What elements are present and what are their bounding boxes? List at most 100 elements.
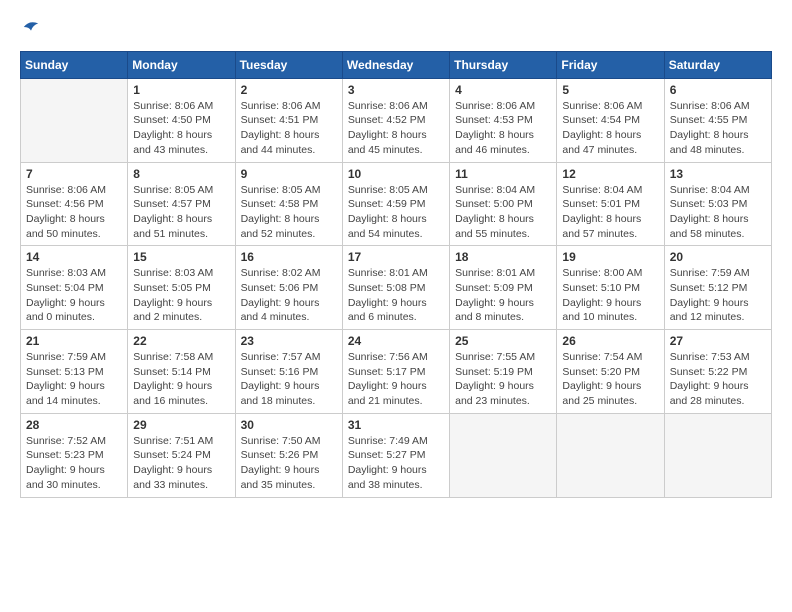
day-number: 14 — [26, 250, 122, 264]
header-tuesday: Tuesday — [235, 51, 342, 78]
day-info: Sunrise: 8:06 AMSunset: 4:52 PMDaylight:… — [348, 99, 444, 158]
day-number: 22 — [133, 334, 229, 348]
day-cell: 23 Sunrise: 7:57 AMSunset: 5:16 PMDayligh… — [235, 330, 342, 414]
day-cell: 10 Sunrise: 8:05 AMSunset: 4:59 PMDayligh… — [342, 162, 449, 246]
day-number: 1 — [133, 83, 229, 97]
day-cell: 14 Sunrise: 8:03 AMSunset: 5:04 PMDayligh… — [21, 246, 128, 330]
day-number: 5 — [562, 83, 658, 97]
day-cell: 1 Sunrise: 8:06 AMSunset: 4:50 PMDaylight… — [128, 78, 235, 162]
day-info: Sunrise: 8:05 AMSunset: 4:58 PMDaylight:… — [241, 183, 337, 242]
day-number: 17 — [348, 250, 444, 264]
week-row-5: 28 Sunrise: 7:52 AMSunset: 5:23 PMDayligh… — [21, 413, 772, 497]
day-info: Sunrise: 8:06 AMSunset: 4:56 PMDaylight:… — [26, 183, 122, 242]
day-info: Sunrise: 7:53 AMSunset: 5:22 PMDaylight:… — [670, 350, 766, 409]
day-info: Sunrise: 7:49 AMSunset: 5:27 PMDaylight:… — [348, 434, 444, 493]
day-number: 18 — [455, 250, 551, 264]
day-cell: 2 Sunrise: 8:06 AMSunset: 4:51 PMDaylight… — [235, 78, 342, 162]
day-cell — [664, 413, 771, 497]
day-number: 2 — [241, 83, 337, 97]
logo — [20, 20, 40, 41]
day-number: 10 — [348, 167, 444, 181]
day-number: 20 — [670, 250, 766, 264]
day-info: Sunrise: 8:06 AMSunset: 4:50 PMDaylight:… — [133, 99, 229, 158]
week-row-4: 21 Sunrise: 7:59 AMSunset: 5:13 PMDayligh… — [21, 330, 772, 414]
day-number: 3 — [348, 83, 444, 97]
week-row-3: 14 Sunrise: 8:03 AMSunset: 5:04 PMDayligh… — [21, 246, 772, 330]
day-cell: 22 Sunrise: 7:58 AMSunset: 5:14 PMDayligh… — [128, 330, 235, 414]
day-number: 28 — [26, 418, 122, 432]
day-number: 16 — [241, 250, 337, 264]
day-number: 24 — [348, 334, 444, 348]
day-info: Sunrise: 8:03 AMSunset: 5:05 PMDaylight:… — [133, 266, 229, 325]
day-info: Sunrise: 8:00 AMSunset: 5:10 PMDaylight:… — [562, 266, 658, 325]
day-number: 27 — [670, 334, 766, 348]
day-cell: 20 Sunrise: 7:59 AMSunset: 5:12 PMDayligh… — [664, 246, 771, 330]
day-cell: 3 Sunrise: 8:06 AMSunset: 4:52 PMDaylight… — [342, 78, 449, 162]
day-info: Sunrise: 7:52 AMSunset: 5:23 PMDaylight:… — [26, 434, 122, 493]
day-info: Sunrise: 8:05 AMSunset: 4:59 PMDaylight:… — [348, 183, 444, 242]
day-cell: 6 Sunrise: 8:06 AMSunset: 4:55 PMDaylight… — [664, 78, 771, 162]
header-monday: Monday — [128, 51, 235, 78]
day-number: 4 — [455, 83, 551, 97]
day-number: 25 — [455, 334, 551, 348]
day-cell: 5 Sunrise: 8:06 AMSunset: 4:54 PMDaylight… — [557, 78, 664, 162]
day-number: 30 — [241, 418, 337, 432]
logo-bird-icon — [22, 18, 40, 36]
day-cell — [557, 413, 664, 497]
header-wednesday: Wednesday — [342, 51, 449, 78]
day-info: Sunrise: 7:58 AMSunset: 5:14 PMDaylight:… — [133, 350, 229, 409]
day-info: Sunrise: 8:05 AMSunset: 4:57 PMDaylight:… — [133, 183, 229, 242]
day-cell: 19 Sunrise: 8:00 AMSunset: 5:10 PMDayligh… — [557, 246, 664, 330]
day-cell — [21, 78, 128, 162]
day-number: 23 — [241, 334, 337, 348]
day-info: Sunrise: 7:55 AMSunset: 5:19 PMDaylight:… — [455, 350, 551, 409]
header-saturday: Saturday — [664, 51, 771, 78]
day-info: Sunrise: 8:06 AMSunset: 4:54 PMDaylight:… — [562, 99, 658, 158]
day-info: Sunrise: 8:06 AMSunset: 4:51 PMDaylight:… — [241, 99, 337, 158]
day-info: Sunrise: 7:54 AMSunset: 5:20 PMDaylight:… — [562, 350, 658, 409]
day-number: 7 — [26, 167, 122, 181]
day-info: Sunrise: 8:01 AMSunset: 5:09 PMDaylight:… — [455, 266, 551, 325]
day-cell: 21 Sunrise: 7:59 AMSunset: 5:13 PMDayligh… — [21, 330, 128, 414]
day-cell: 27 Sunrise: 7:53 AMSunset: 5:22 PMDayligh… — [664, 330, 771, 414]
day-info: Sunrise: 8:04 AMSunset: 5:01 PMDaylight:… — [562, 183, 658, 242]
day-info: Sunrise: 8:03 AMSunset: 5:04 PMDaylight:… — [26, 266, 122, 325]
day-cell — [450, 413, 557, 497]
day-number: 8 — [133, 167, 229, 181]
day-info: Sunrise: 8:04 AMSunset: 5:03 PMDaylight:… — [670, 183, 766, 242]
day-number: 19 — [562, 250, 658, 264]
day-cell: 7 Sunrise: 8:06 AMSunset: 4:56 PMDaylight… — [21, 162, 128, 246]
day-number: 15 — [133, 250, 229, 264]
day-info: Sunrise: 7:51 AMSunset: 5:24 PMDaylight:… — [133, 434, 229, 493]
day-cell: 9 Sunrise: 8:05 AMSunset: 4:58 PMDaylight… — [235, 162, 342, 246]
day-number: 9 — [241, 167, 337, 181]
header-friday: Friday — [557, 51, 664, 78]
calendar-table: SundayMondayTuesdayWednesdayThursdayFrid… — [20, 51, 772, 498]
header-sunday: Sunday — [21, 51, 128, 78]
day-cell: 13Sunrise: 8:04 AMSunset: 5:03 PMDayligh… — [664, 162, 771, 246]
day-cell: 16Sunrise: 8:02 AMSunset: 5:06 PMDayligh… — [235, 246, 342, 330]
calendar-header-row: SundayMondayTuesdayWednesdayThursdayFrid… — [21, 51, 772, 78]
logo-general — [20, 20, 40, 41]
day-number: 31 — [348, 418, 444, 432]
day-cell: 8 Sunrise: 8:05 AMSunset: 4:57 PMDaylight… — [128, 162, 235, 246]
week-row-1: 1 Sunrise: 8:06 AMSunset: 4:50 PMDaylight… — [21, 78, 772, 162]
header-thursday: Thursday — [450, 51, 557, 78]
day-cell: 30 Sunrise: 7:50 AMSunset: 5:26 PMDayligh… — [235, 413, 342, 497]
day-info: Sunrise: 7:57 AMSunset: 5:16 PMDaylight:… — [241, 350, 337, 409]
day-cell: 17Sunrise: 8:01 AMSunset: 5:08 PMDayligh… — [342, 246, 449, 330]
day-info: Sunrise: 7:59 AMSunset: 5:13 PMDaylight:… — [26, 350, 122, 409]
day-cell: 12Sunrise: 8:04 AMSunset: 5:01 PMDayligh… — [557, 162, 664, 246]
day-number: 11 — [455, 167, 551, 181]
day-cell: 24 Sunrise: 7:56 AMSunset: 5:17 PMDayligh… — [342, 330, 449, 414]
day-cell: 18 Sunrise: 8:01 AMSunset: 5:09 PMDayligh… — [450, 246, 557, 330]
day-number: 21 — [26, 334, 122, 348]
day-cell: 31 Sunrise: 7:49 AMSunset: 5:27 PMDayligh… — [342, 413, 449, 497]
day-info: Sunrise: 8:06 AMSunset: 4:55 PMDaylight:… — [670, 99, 766, 158]
day-info: Sunrise: 7:56 AMSunset: 5:17 PMDaylight:… — [348, 350, 444, 409]
day-info: Sunrise: 7:59 AMSunset: 5:12 PMDaylight:… — [670, 266, 766, 325]
day-cell: 11 Sunrise: 8:04 AMSunset: 5:00 PMDayligh… — [450, 162, 557, 246]
day-info: Sunrise: 8:04 AMSunset: 5:00 PMDaylight:… — [455, 183, 551, 242]
day-info: Sunrise: 7:50 AMSunset: 5:26 PMDaylight:… — [241, 434, 337, 493]
day-number: 6 — [670, 83, 766, 97]
